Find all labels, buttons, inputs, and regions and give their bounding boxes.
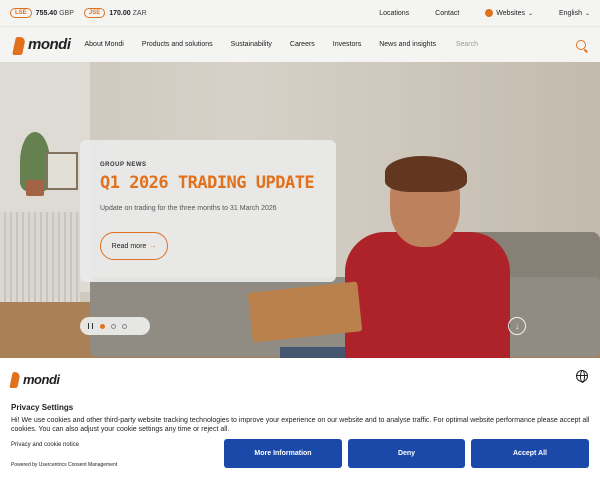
- websites-dropdown[interactable]: Websites ⌄: [485, 9, 533, 17]
- globe-icon: [485, 9, 494, 17]
- share-price-lse[interactable]: LSE 755.40 GBP: [10, 8, 74, 18]
- chevron-down-icon: ⌄: [527, 10, 533, 17]
- locations-link[interactable]: Locations: [379, 10, 409, 17]
- language-label: English: [559, 9, 582, 17]
- share-price-value: 755.40: [35, 9, 58, 17]
- search-icon[interactable]: [576, 39, 586, 50]
- contact-link[interactable]: Contact: [435, 10, 459, 17]
- main-header: mondi About Mondi Products and solutions…: [0, 26, 600, 62]
- carousel-dot[interactable]: [111, 323, 116, 329]
- news-title: Q1 2026 TRADING UPDATE: [100, 173, 315, 193]
- hero-banner: GROUP NEWS Q1 2026 TRADING UPDATE Update…: [0, 62, 600, 358]
- consent-logo: mondi: [11, 370, 60, 388]
- read-more-label: Read more: [111, 242, 147, 250]
- exchange-badge-jse: JSE: [83, 8, 106, 18]
- share-price-currency: ZAR: [132, 9, 147, 17]
- utility-links: Locations Contact Websites ⌄ English ⌄: [353, 9, 590, 17]
- share-price-value: 170.00: [109, 9, 131, 17]
- carousel-controls: [80, 317, 150, 335]
- main-nav: About Mondi Products and solutions Susta…: [85, 41, 455, 48]
- language-globe-icon[interactable]: [576, 370, 588, 383]
- nav-products[interactable]: Products and solutions: [142, 41, 213, 48]
- search-input[interactable]: Search: [456, 41, 478, 48]
- news-description: Update on trading for the three months t…: [100, 205, 277, 212]
- accept-all-button[interactable]: Accept All: [471, 439, 589, 468]
- search-bar[interactable]: Search: [456, 39, 586, 50]
- carousel-dot[interactable]: [122, 323, 127, 329]
- chevron-down-icon: ⌄: [584, 10, 590, 17]
- logo-text: mondi: [23, 371, 60, 387]
- logo-mark-icon: [11, 370, 21, 388]
- more-information-button[interactable]: More Information: [224, 439, 342, 468]
- utility-bar: LSE 755.40 GBP JSE 170.00 ZAR Locations …: [0, 0, 600, 26]
- nav-about[interactable]: About Mondi: [85, 41, 124, 48]
- pause-icon[interactable]: [88, 323, 93, 329]
- news-card: GROUP NEWS Q1 2026 TRADING UPDATE Update…: [80, 140, 336, 282]
- nav-careers[interactable]: Careers: [290, 41, 315, 48]
- consent-title: Privacy Settings: [11, 403, 74, 412]
- deny-button[interactable]: Deny: [348, 439, 465, 468]
- mondi-logo[interactable]: mondi: [14, 35, 71, 55]
- nav-investors[interactable]: Investors: [333, 41, 361, 48]
- nav-sustainability[interactable]: Sustainability: [231, 41, 272, 48]
- language-dropdown[interactable]: English ⌄: [559, 10, 590, 17]
- powered-by-text: Powered by Usercentrics Consent Manageme…: [11, 462, 118, 468]
- carousel-dot[interactable]: [100, 323, 105, 329]
- share-price-jse[interactable]: JSE 170.00 ZAR: [83, 8, 147, 18]
- news-eyebrow: GROUP NEWS: [100, 162, 147, 168]
- scroll-down-icon[interactable]: ↓: [508, 317, 526, 335]
- arrow-right-icon: →: [149, 242, 157, 250]
- logo-mark-icon: [14, 35, 26, 55]
- share-price-currency: GBP: [59, 9, 74, 17]
- exchange-badge-lse: LSE: [10, 8, 32, 18]
- consent-text: Hi! We use cookies and other third-party…: [11, 417, 590, 434]
- logo-text: mondi: [28, 36, 71, 53]
- read-more-button[interactable]: Read more →: [100, 232, 168, 260]
- privacy-notice-link[interactable]: Privacy and cookie notice: [11, 442, 79, 448]
- nav-news[interactable]: News and insights: [379, 41, 436, 48]
- websites-label: Websites: [496, 9, 525, 17]
- cookie-consent-banner: mondi Privacy Settings Hi! We use cookie…: [0, 358, 600, 480]
